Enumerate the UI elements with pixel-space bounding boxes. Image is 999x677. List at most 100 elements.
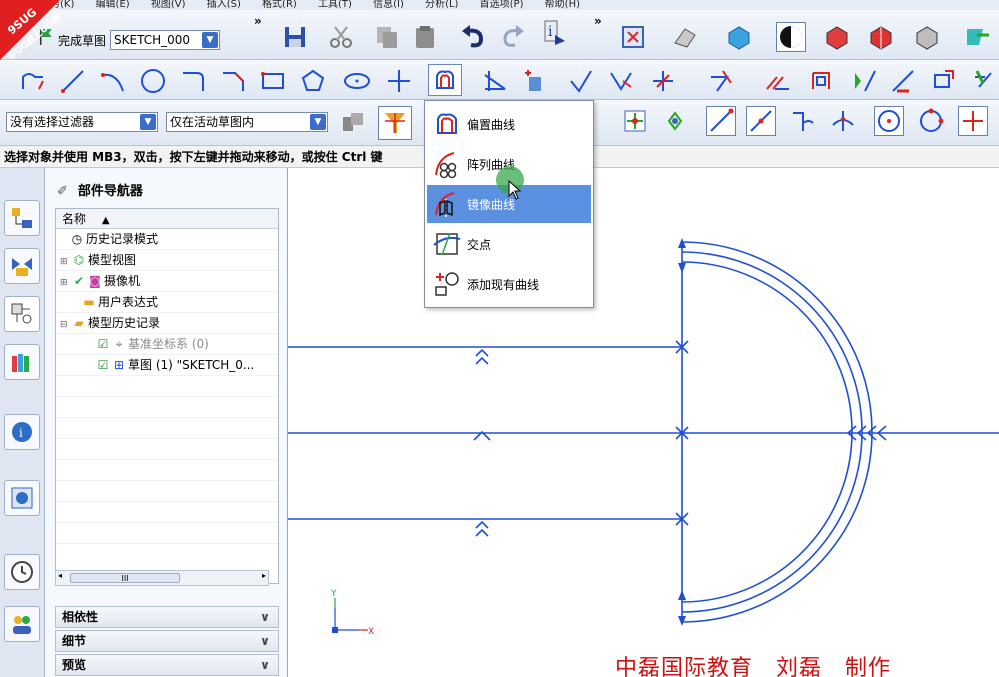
- information-icon[interactable]: i: [540, 18, 570, 48]
- chevron-down-icon[interactable]: ▼: [140, 114, 156, 130]
- redo-icon[interactable]: [498, 22, 528, 52]
- quadrant-point-snap-icon[interactable]: [916, 106, 946, 136]
- tree-row-user-expressions[interactable]: ▬ 用户表达式: [56, 292, 278, 313]
- sketch-name-combo[interactable]: SKETCH_000 ▼: [110, 30, 220, 50]
- menu-analysis[interactable]: 分析(L): [425, 0, 458, 10]
- finish-sketch-label[interactable]: 完成草图: [58, 32, 106, 49]
- quick-trim-icon[interactable]: [480, 66, 510, 96]
- chevron-down-icon[interactable]: ▼: [202, 32, 218, 48]
- expand-icon[interactable]: ⊞: [60, 252, 70, 273]
- offset-curve-dropdown-button[interactable]: [428, 64, 462, 96]
- tree-row-sketch[interactable]: ☑ ⊞ 草图 (1) "SKETCH_0...: [56, 355, 278, 376]
- rectangle-icon[interactable]: [258, 66, 288, 96]
- point-icon[interactable]: [384, 66, 414, 96]
- chevron-down-icon[interactable]: ∨: [256, 655, 274, 675]
- render-style-icon[interactable]: [670, 22, 700, 52]
- make-corner-icon[interactable]: [520, 66, 550, 96]
- menu-item-intersection-point[interactable]: 交点: [427, 225, 591, 263]
- selection-scope-combo[interactable]: 仅在活动草图内 ▼: [166, 112, 328, 132]
- pin-icon[interactable]: ✐: [57, 184, 68, 199]
- type-filter-combo[interactable]: 没有选择过滤器 ▼: [6, 112, 158, 132]
- chevron-down-icon[interactable]: ∨: [256, 631, 274, 651]
- clear-snap-point-icon[interactable]: [660, 106, 690, 136]
- tree-row-model-views[interactable]: ⊞ ⌬ 模型视图: [56, 250, 278, 271]
- checkbox-checked-icon[interactable]: ☑: [96, 355, 110, 376]
- horizontal-scrollbar[interactable]: ◂ III ▸: [55, 570, 269, 586]
- trim-icon[interactable]: [606, 66, 636, 96]
- studio-spline-icon[interactable]: [706, 66, 736, 96]
- copy-icon[interactable]: [372, 22, 402, 52]
- clock-history-icon[interactable]: [4, 554, 40, 590]
- view-orient-icon[interactable]: [618, 22, 648, 52]
- rapid-dimension-icon[interactable]: [806, 66, 836, 96]
- toolbar-overflow[interactable]: »: [254, 14, 262, 28]
- menu-info[interactable]: 信息(I): [373, 0, 404, 10]
- menu-insert[interactable]: 插入(S): [207, 0, 241, 10]
- checkbox-checked-icon[interactable]: ☑: [96, 334, 110, 355]
- fillet-icon[interactable]: [178, 66, 208, 96]
- menu-item-offset-curve[interactable]: 偏置曲线: [427, 105, 591, 143]
- save-icon[interactable]: [280, 22, 310, 52]
- paste-icon[interactable]: [410, 22, 440, 52]
- profile-icon[interactable]: [18, 66, 48, 96]
- snap-point-filter-icon[interactable]: [378, 106, 412, 140]
- chevron-down-icon[interactable]: ▼: [310, 114, 326, 130]
- assembly-navigator-icon[interactable]: [4, 200, 40, 236]
- menu-preferences[interactable]: 首选项(P): [480, 0, 524, 10]
- graphics-window[interactable]: Y X 中磊国际教育 刘磊 制作: [288, 168, 999, 677]
- history-icon[interactable]: [4, 480, 40, 516]
- menu-tools[interactable]: 工具(T): [318, 0, 352, 10]
- roles-icon[interactable]: [4, 606, 40, 642]
- menu-item-add-existing-curve[interactable]: 添加现有曲线: [427, 265, 591, 303]
- ellipse-icon[interactable]: [342, 66, 372, 96]
- auto-constrain-icon[interactable]: [888, 66, 918, 96]
- reuse-library-icon[interactable]: [4, 344, 40, 380]
- convert-reference-icon[interactable]: [970, 66, 999, 96]
- undo-icon[interactable]: [458, 22, 488, 52]
- scroll-left-icon[interactable]: ◂: [58, 571, 62, 580]
- intersection-snap-icon[interactable]: [828, 106, 858, 136]
- intersect-icon[interactable]: [648, 66, 678, 96]
- polygon-icon[interactable]: [298, 66, 328, 96]
- chevron-down-icon[interactable]: ∨: [256, 607, 274, 627]
- show-constraints-icon[interactable]: [928, 66, 958, 96]
- circle-icon[interactable]: [138, 66, 168, 96]
- line-icon[interactable]: [58, 66, 88, 96]
- mid-point-snap-icon[interactable]: [746, 106, 776, 136]
- enable-snap-point-icon[interactable]: [620, 106, 650, 136]
- tree-row-datum-csys[interactable]: ☑ ⌖ 基准坐标系 (0): [56, 334, 278, 355]
- expand-icon[interactable]: ⊞: [60, 273, 70, 294]
- tree-row-model-history[interactable]: ⊟ ▰ 模型历史记录: [56, 313, 278, 334]
- scroll-right-icon[interactable]: ▸: [262, 571, 266, 580]
- tree-row-history-mode[interactable]: ◷ 历史记录模式: [56, 229, 278, 250]
- general-selection-filter-icon[interactable]: [338, 108, 368, 138]
- edge-display-icon[interactable]: [912, 22, 942, 52]
- shaded-toggle-icon[interactable]: [776, 22, 806, 52]
- section-dependencies[interactable]: 相依性 ∨: [55, 606, 279, 628]
- extend-icon[interactable]: [566, 66, 596, 96]
- control-point-snap-icon[interactable]: [788, 106, 818, 136]
- arc-center-snap-icon[interactable]: [874, 106, 904, 136]
- menu-view[interactable]: 视图(V): [151, 0, 186, 10]
- parallel-constraint-icon[interactable]: [762, 66, 792, 96]
- menu-format[interactable]: 格式(R): [262, 0, 297, 10]
- existing-point-snap-icon[interactable]: [958, 106, 988, 136]
- section-preview[interactable]: 预览 ∨: [55, 654, 279, 676]
- geometric-constraint-icon[interactable]: [850, 66, 880, 96]
- tree-row-cameras[interactable]: ⊞ ✔ ◙ 摄像机: [56, 271, 278, 292]
- cut-icon[interactable]: [326, 22, 356, 52]
- menu-edit[interactable]: 编辑(E): [96, 0, 130, 10]
- toolbar-overflow-2[interactable]: »: [594, 14, 602, 28]
- display-mode-icon[interactable]: [724, 22, 754, 52]
- arc-icon[interactable]: [98, 66, 128, 96]
- hidden-edges-icon[interactable]: [866, 22, 896, 52]
- chamfer-icon[interactable]: [218, 66, 248, 96]
- command-finder-icon[interactable]: [962, 22, 992, 52]
- constraint-navigator-icon[interactable]: [4, 248, 40, 284]
- scrollbar-thumb[interactable]: III: [70, 573, 180, 583]
- end-point-snap-icon[interactable]: [706, 106, 736, 136]
- wire-mode-icon[interactable]: [822, 22, 852, 52]
- part-navigator-tab-icon[interactable]: [4, 296, 40, 332]
- column-header-name[interactable]: 名称 ▲: [56, 209, 278, 229]
- section-details[interactable]: 细节 ∨: [55, 630, 279, 652]
